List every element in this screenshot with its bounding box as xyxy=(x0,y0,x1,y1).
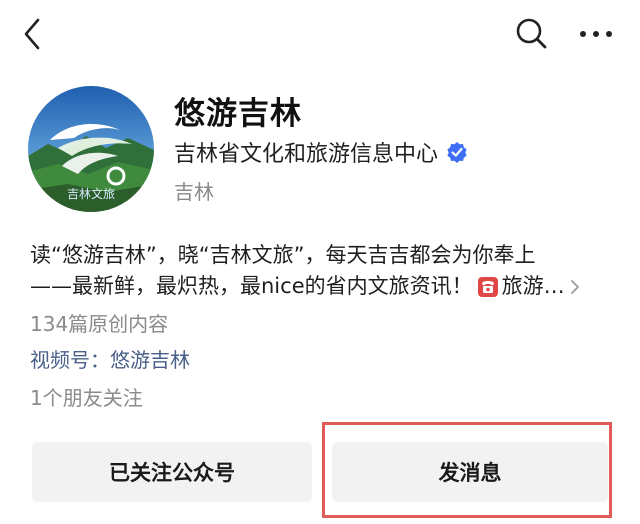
avatar-logo-image: 吉林文旅 xyxy=(28,86,154,212)
description-line-2-tail: 旅游… xyxy=(501,274,565,298)
organization-row[interactable]: 吉林省文化和旅游信息中心 xyxy=(174,136,468,168)
more-button[interactable] xyxy=(574,14,618,54)
friends-following: 1个朋友关注 xyxy=(30,386,143,410)
search-icon xyxy=(516,18,547,49)
telephone-icon xyxy=(477,276,498,297)
description-line-2: ——最新鲜，最炽热，最nice的省内文旅资讯！ 旅游… xyxy=(30,271,620,302)
original-content-count: 134篇原创内容 xyxy=(30,312,169,336)
back-button[interactable] xyxy=(16,14,52,54)
region-label: 吉林 xyxy=(174,180,214,204)
followed-button[interactable]: 已关注公众号 xyxy=(32,442,312,502)
back-chevron-icon xyxy=(24,18,40,50)
description-line-2-text: ——最新鲜，最炽热，最nice的省内文旅资讯！ xyxy=(30,274,473,298)
highlight-box xyxy=(322,422,612,518)
video-account-link[interactable]: 视频号：悠游吉林 xyxy=(30,344,190,373)
verified-badge-icon xyxy=(447,142,467,163)
organization-name: 吉林省文化和旅游信息中心 xyxy=(174,142,439,167)
description-line-1: 读“悠游吉林”，晓“吉林文旅”，每天吉吉都会为你奉上 xyxy=(30,243,536,267)
avatar[interactable]: 吉林文旅 xyxy=(28,86,154,212)
avatar-caption: 吉林文旅 xyxy=(67,186,115,201)
top-nav-bar xyxy=(0,0,640,70)
account-description[interactable]: 读“悠游吉林”，晓“吉林文旅”，每天吉吉都会为你奉上 ——最新鲜，最炽热，最ni… xyxy=(30,240,620,302)
chevron-right-icon[interactable] xyxy=(569,278,581,296)
account-name: 悠游吉林 xyxy=(174,96,302,132)
more-dots-icon xyxy=(580,31,612,37)
search-button[interactable] xyxy=(512,14,552,54)
